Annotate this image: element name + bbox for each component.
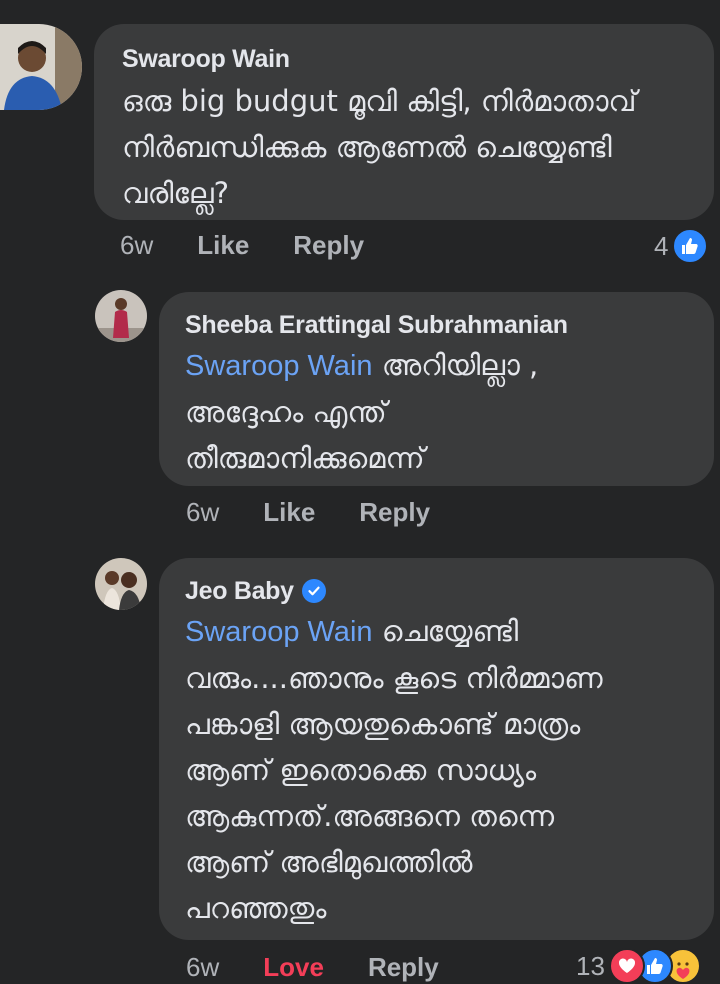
love-icon bbox=[608, 948, 645, 984]
comment-text-line: ആണ് ഇതൊക്കെ സാധ്യം bbox=[185, 753, 537, 787]
comment-text-line: ഒരു big budgut മൂവി കിട്ടി, നിർമാതാവ് bbox=[122, 84, 637, 118]
avatar-sheeba[interactable] bbox=[95, 290, 147, 342]
reaction-summary[interactable]: 4 bbox=[654, 228, 709, 264]
reaction-count: 4 bbox=[654, 230, 669, 261]
comment-bubble: Swaroop Wain ഒരു big budgut മൂവി കിട്ടി,… bbox=[94, 24, 714, 220]
reply-button[interactable]: Reply bbox=[368, 952, 439, 983]
like-button[interactable]: Like bbox=[263, 497, 315, 528]
comment-text-line: നിർബന്ധിക്കുക ആണേൽ ചെയ്യേണ്ടി bbox=[122, 130, 612, 164]
comment-text-line: ആകുന്നത്.അങ്ങനെ തന്നെ bbox=[185, 799, 555, 833]
avatar-jeo-baby[interactable] bbox=[95, 558, 147, 610]
love-button[interactable]: Love bbox=[263, 952, 324, 983]
avatar-swaroop-wain[interactable] bbox=[0, 24, 82, 110]
comment-actions: 6w Like Reply bbox=[186, 497, 474, 528]
mention-link[interactable]: Swaroop Wain bbox=[185, 616, 373, 648]
reply-button[interactable]: Reply bbox=[359, 497, 430, 528]
comment-text-line: അദ്ദേഹം എന്ത് bbox=[185, 395, 387, 429]
reaction-summary[interactable]: 13 bbox=[576, 948, 701, 984]
reply-button[interactable]: Reply bbox=[293, 230, 364, 261]
comment-text-line: വരില്ലേ? bbox=[122, 176, 230, 210]
comment-text-line: തീരുമാനിക്കുമെന്ന് bbox=[185, 441, 425, 475]
comment-text-line: ആണ് അഭിമുഖത്തിൽ bbox=[185, 845, 473, 879]
comment-text-line: പറഞ്ഞതും bbox=[185, 891, 327, 925]
comment-text-line: പങ്കാളി ആയതുകൊണ്ട് മാത്രം bbox=[185, 707, 581, 741]
comment-bubble: Jeo Baby Swaroop Wain ചെയ്യേണ്ടി വരും...… bbox=[159, 558, 714, 940]
comment-author[interactable]: Jeo Baby bbox=[185, 576, 688, 606]
like-icon bbox=[672, 228, 709, 264]
comment-text-line: Swaroop Wain അറിയില്ലാ , bbox=[185, 348, 539, 382]
comment-bubble: Sheeba Erattingal Subrahmanian Swaroop W… bbox=[159, 292, 714, 486]
mention-link[interactable]: Swaroop Wain bbox=[185, 350, 373, 382]
comment-timestamp[interactable]: 6w bbox=[186, 497, 219, 528]
comment-author[interactable]: Swaroop Wain bbox=[122, 44, 686, 74]
comment-author[interactable]: Sheeba Erattingal Subrahmanian bbox=[185, 310, 688, 340]
like-button[interactable]: Like bbox=[197, 230, 249, 261]
comment-timestamp[interactable]: 6w bbox=[120, 230, 153, 261]
comment-text-line: Swaroop Wain ചെയ്യേണ്ടി bbox=[185, 614, 519, 648]
comment-actions: 6w Like Reply bbox=[120, 230, 408, 261]
verified-badge-icon bbox=[301, 579, 326, 603]
comment-timestamp[interactable]: 6w bbox=[186, 952, 219, 983]
reaction-count: 13 bbox=[576, 950, 605, 981]
comment-text-line: വരും....ഞാനും കൂടെ നിർമ്മാണ bbox=[185, 661, 603, 695]
comment-actions: 6w Love Reply bbox=[186, 952, 483, 983]
